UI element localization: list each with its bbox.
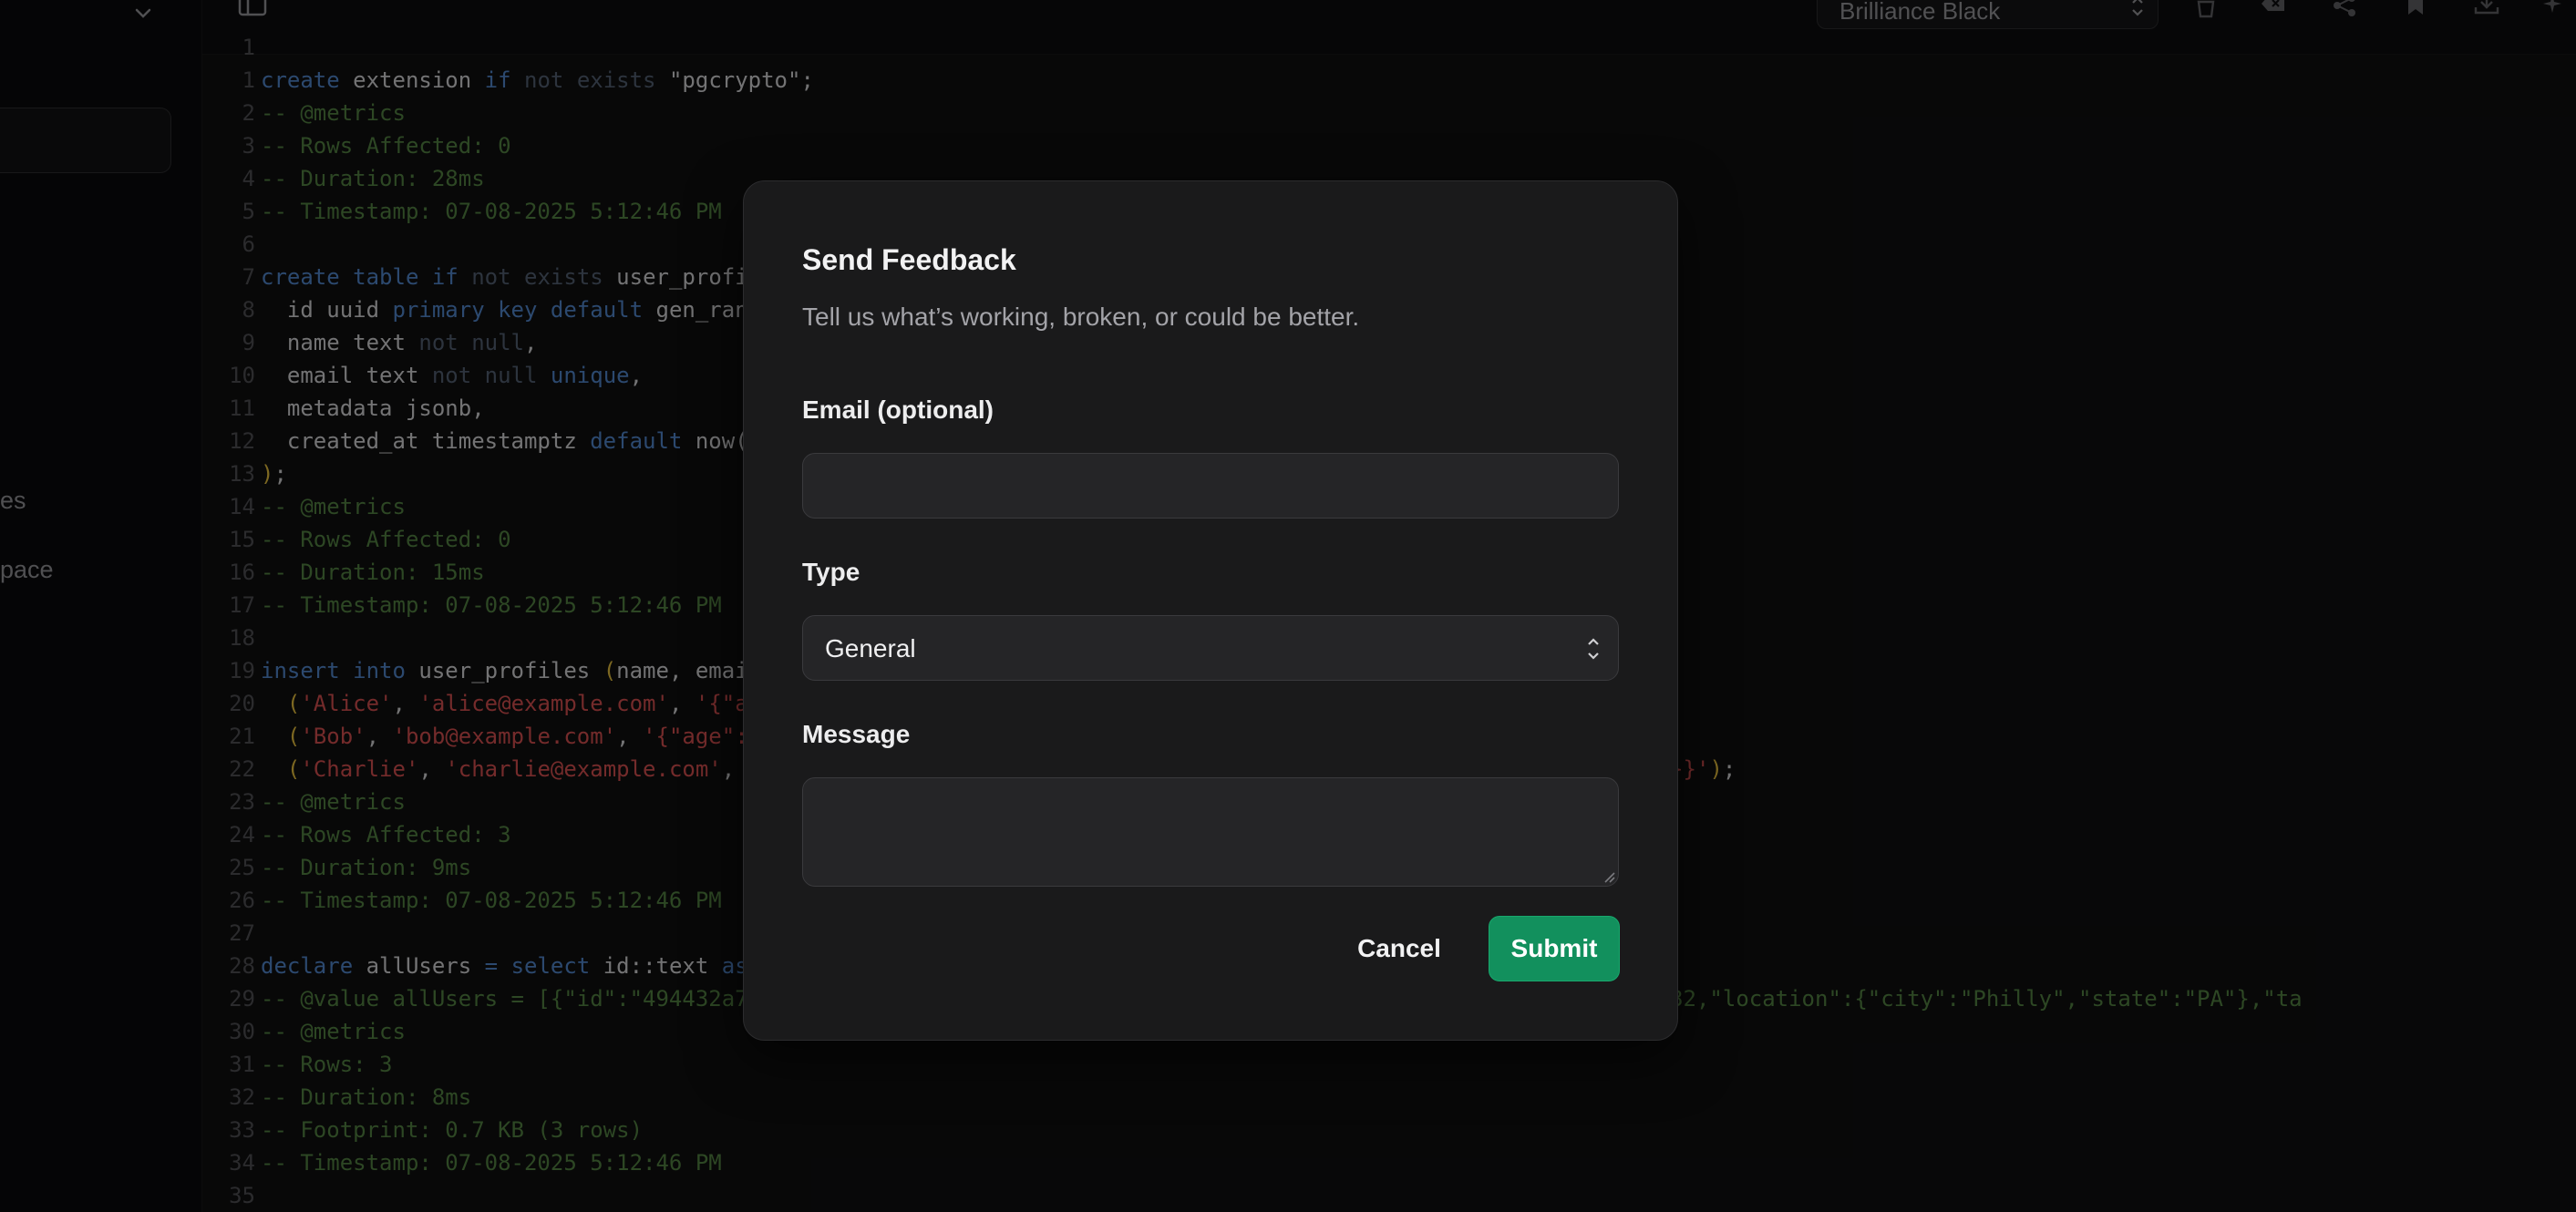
type-label: Type — [802, 558, 860, 586]
type-select-value: General — [825, 634, 916, 662]
email-field[interactable] — [802, 453, 1619, 519]
message-textarea[interactable] — [802, 777, 1619, 887]
chevron-updown-icon — [1588, 638, 1599, 660]
submit-button[interactable]: Submit — [1489, 916, 1620, 981]
cancel-button[interactable]: Cancel — [1339, 916, 1459, 981]
type-select[interactable]: General — [802, 615, 1619, 681]
email-label: Email (optional) — [802, 395, 994, 424]
app-window: es pace Brilliance Black 1 1 create exte… — [0, 0, 2576, 1212]
resize-handle-icon[interactable] — [1602, 869, 1616, 884]
dialog-description: Tell us what’s working, broken, or could… — [802, 303, 1360, 331]
message-label: Message — [802, 720, 911, 748]
dialog-title: Send Feedback — [802, 243, 1016, 276]
feedback-dialog: Send Feedback Tell us what’s working, br… — [743, 180, 1678, 1041]
